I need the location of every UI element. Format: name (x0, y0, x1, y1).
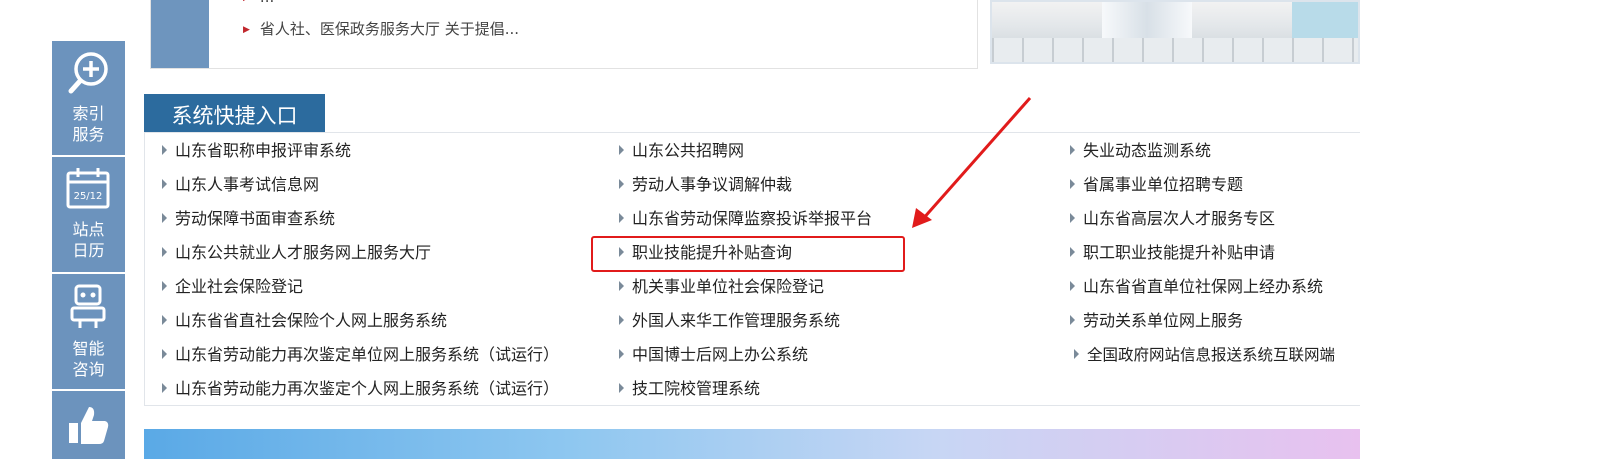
sidebar-label: 索引 服务 (72, 104, 105, 144)
bullet-triangle-icon (162, 179, 167, 189)
bullet-triangle-icon (162, 213, 167, 223)
bullet-triangle-icon (619, 349, 624, 359)
sidebar-label: 智能 咨询 (72, 339, 105, 379)
quick-link[interactable]: 劳动人事争议调解仲裁 (619, 175, 792, 195)
bullet-triangle-icon (162, 145, 167, 155)
zoom-in-icon (68, 52, 108, 94)
highlight-box (591, 236, 905, 272)
calendar-icon: 25/12 (66, 168, 110, 209)
calendar-date: 25/12 (74, 191, 103, 202)
bullet-triangle-icon (1070, 179, 1075, 189)
sidebar-item-index-service[interactable]: 索引 服务 (52, 41, 125, 155)
bullet-triangle-icon (162, 383, 167, 393)
quick-link[interactable]: 山东省省直社会保险个人网上服务系统 (162, 311, 447, 331)
section-title-tab: 系统快捷入口 (144, 94, 325, 132)
quick-link[interactable]: 山东人事考试信息网 (162, 175, 319, 195)
bullet-triangle-icon (162, 247, 167, 257)
bullet-triangle-icon (1070, 145, 1075, 155)
quick-link[interactable]: 中国博士后网上办公系统 (619, 345, 808, 365)
bullet-triangle-icon (619, 179, 624, 189)
quick-link[interactable]: 外国人来华工作管理服务系统 (619, 311, 840, 331)
bullet-triangle-icon (162, 315, 167, 325)
bullet-triangle-icon (619, 213, 624, 223)
bullet-triangle-icon (619, 315, 624, 325)
quick-link[interactable]: 劳动关系单位网上服务 (1070, 311, 1243, 331)
quick-link[interactable]: 山东省省直单位社保网上经办系统 (1070, 277, 1323, 297)
quick-link[interactable]: 山东省劳动保障监察投诉举报平台 (619, 209, 872, 229)
floating-sidebar: 索引 服务 25/12 站点 日历 智能 咨询 (52, 41, 125, 459)
quick-link[interactable]: 技工院校管理系统 (619, 379, 760, 399)
quick-link[interactable]: 山东公共招聘网 (619, 141, 744, 161)
hall-photo[interactable] (990, 0, 1360, 64)
bullet-triangle-icon (1070, 281, 1075, 291)
robot-icon (70, 284, 106, 328)
bullet-arrow-icon: ▶ (243, 25, 250, 35)
bullet-triangle-icon (1070, 213, 1075, 223)
bullet-triangle-icon (619, 145, 624, 155)
sidebar-item-like[interactable] (52, 391, 125, 459)
quick-link[interactable]: 山东省劳动能力再次鉴定个人网上服务系统（试运行） (162, 379, 559, 399)
news-item-partial[interactable]: ▶... (243, 0, 274, 6)
bullet-arrow-icon: ▶ (243, 0, 250, 3)
bullet-triangle-icon (162, 349, 167, 359)
sidebar-label: 站点 日历 (72, 220, 105, 260)
thumbs-up-icon (69, 407, 109, 444)
news-panel: ▶... ▶省人社、医保政务服务大厅 关于提倡... (150, 0, 978, 69)
quick-link[interactable]: 职工职业技能提升补贴申请 (1070, 243, 1275, 263)
news-side-strip (151, 0, 209, 68)
news-item[interactable]: ▶ 省人社、医保政务服务大厅 关于提倡... (243, 18, 519, 39)
quick-link[interactable]: 劳动保障书面审查系统 (162, 209, 335, 229)
quick-link[interactable]: 失业动态监测系统 (1070, 141, 1211, 161)
bullet-triangle-icon (619, 281, 624, 291)
quick-link[interactable]: 省属事业单位招聘专题 (1070, 175, 1243, 195)
quick-link[interactable]: 企业社会保险登记 (162, 277, 303, 297)
bullet-triangle-icon (619, 383, 624, 393)
sidebar-item-smart-consult[interactable]: 智能 咨询 (52, 274, 125, 389)
bullet-triangle-icon (1074, 349, 1079, 359)
bottom-banner[interactable] (144, 429, 1360, 459)
sidebar-item-site-calendar[interactable]: 25/12 站点 日历 (52, 157, 125, 272)
bullet-triangle-icon (1070, 315, 1075, 325)
quick-link[interactable]: 全国政府网站信息报送系统互联网端 (1074, 345, 1335, 365)
quick-link[interactable]: 山东公共就业人才服务网上服务大厅 (162, 243, 431, 263)
bullet-triangle-icon (162, 281, 167, 291)
quick-link[interactable]: 机关事业单位社会保险登记 (619, 277, 824, 297)
bullet-triangle-icon (1070, 247, 1075, 257)
quick-link[interactable]: 山东省劳动能力再次鉴定单位网上服务系统（试运行） (162, 345, 559, 365)
quick-link[interactable]: 山东省职称申报评审系统 (162, 141, 351, 161)
quick-link[interactable]: 山东省高层次人才服务专区 (1070, 209, 1275, 229)
